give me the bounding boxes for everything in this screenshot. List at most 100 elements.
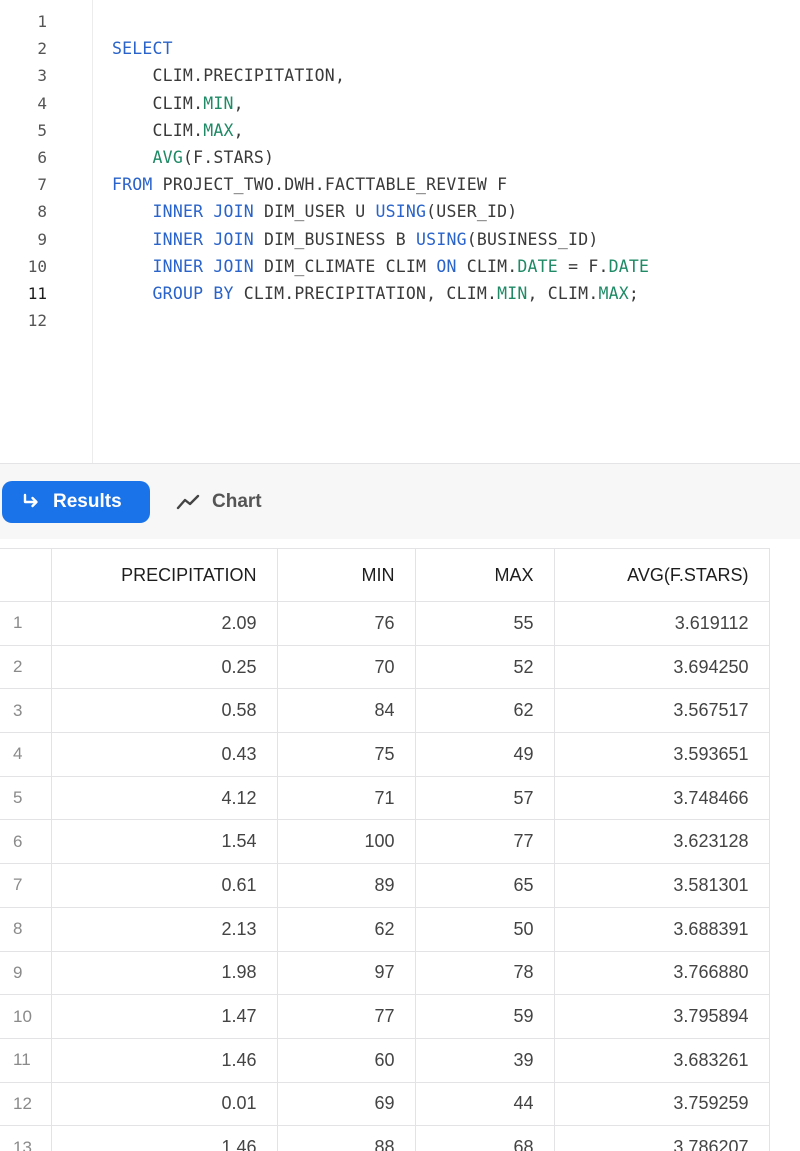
table-cell[interactable]: 59 — [414, 994, 555, 1039]
table-row[interactable]: 1 2.09 76 55 3.619112 — [0, 601, 770, 646]
table-row[interactable]: 12 0.01 69 44 3.759259 — [0, 1081, 770, 1127]
column-header-min[interactable]: MIN — [276, 548, 416, 602]
sql-text: CLIM.PRECIPITATION, CLIM. — [233, 284, 498, 303]
sql-text: (BUSINESS_ID) — [466, 229, 599, 249]
row-index-cell: 3 — [0, 688, 52, 734]
table-cell[interactable]: 3.759259 — [553, 1081, 770, 1127]
sql-keyword: USING — [375, 202, 427, 222]
code-line[interactable]: FROM PROJECT_TWO.DWH.FACTTABLE_REVIEW F — [112, 175, 507, 195]
table-cell[interactable]: 3.748466 — [553, 775, 770, 821]
table-cell[interactable]: 3.688391 — [553, 906, 770, 952]
table-cell[interactable]: 3.593651 — [553, 732, 770, 777]
table-cell[interactable]: 0.01 — [50, 1081, 278, 1127]
table-row[interactable]: 7 0.61 89 65 3.581301 — [0, 863, 770, 908]
code-line[interactable]: INNER JOIN DIM_USER U USING(USER_ID) — [112, 202, 518, 222]
table-cell[interactable]: 57 — [414, 775, 555, 821]
table-cell[interactable]: 39 — [414, 1037, 555, 1083]
table-cell[interactable]: 0.61 — [50, 863, 278, 908]
table-cell[interactable]: 97 — [276, 950, 416, 996]
table-cell[interactable]: 62 — [276, 906, 416, 952]
table-cell[interactable]: 50 — [414, 906, 555, 952]
code-line[interactable]: CLIM.MAX, — [112, 121, 244, 141]
table-cell[interactable]: 84 — [276, 688, 416, 734]
table-cell[interactable]: 60 — [276, 1037, 416, 1083]
table-row[interactable]: 4 0.43 75 49 3.593651 — [0, 732, 770, 777]
sql-function: DATE — [517, 256, 558, 276]
table-cell[interactable]: 70 — [276, 644, 416, 690]
sql-text: CLIM. — [456, 256, 518, 276]
line-number: 5 — [37, 120, 47, 140]
table-cell[interactable]: 44 — [414, 1081, 555, 1127]
sql-text: ; — [628, 284, 639, 303]
table-row[interactable]: 5 4.12 71 57 3.748466 — [0, 775, 770, 821]
column-header-precipitation[interactable]: PRECIPITATION — [50, 548, 278, 602]
tab-results[interactable]: Results — [2, 481, 150, 523]
table-cell[interactable]: 100 — [276, 819, 416, 865]
table-cell[interactable]: 1.54 — [50, 819, 278, 865]
sql-text: CLIM.PRECIPITATION, — [112, 66, 346, 86]
code-line[interactable]: AVG(F.STARS) — [112, 148, 274, 168]
code-line[interactable]: INNER JOIN DIM_BUSINESS B USING(BUSINESS… — [112, 229, 599, 250]
table-cell[interactable]: 1.46 — [50, 1125, 278, 1151]
code-line[interactable]: GROUP BY CLIM.PRECIPITATION, CLIM.MIN, C… — [112, 284, 639, 304]
table-cell[interactable]: 52 — [414, 644, 555, 690]
table-cell[interactable]: 3.766880 — [553, 950, 770, 996]
tab-chart[interactable]: Chart — [176, 481, 262, 523]
table-cell[interactable]: 75 — [276, 732, 416, 777]
table-row[interactable]: 9 1.98 97 78 3.766880 — [0, 950, 770, 996]
line-number: 1 — [37, 12, 47, 31]
code-line[interactable]: SELECT — [112, 39, 173, 59]
table-cell[interactable]: 76 — [276, 601, 416, 646]
table-row[interactable]: 13 1.46 88 68 3.786207 — [0, 1125, 770, 1151]
table-cell[interactable]: 1.98 — [50, 950, 278, 996]
table-cell[interactable]: 78 — [414, 950, 555, 996]
line-number: 10 — [27, 256, 47, 276]
table-cell[interactable]: 65 — [414, 863, 555, 908]
table-cell[interactable]: 3.581301 — [553, 863, 770, 908]
row-index-cell: 13 — [0, 1125, 52, 1151]
table-cell[interactable]: 0.58 — [50, 688, 278, 734]
sql-keyword: INNER JOIN — [152, 229, 254, 249]
table-row[interactable]: 10 1.47 77 59 3.795894 — [0, 994, 770, 1039]
table-cell[interactable]: 3.683261 — [553, 1037, 770, 1083]
column-header-max[interactable]: MAX — [414, 548, 555, 602]
table-cell[interactable]: 1.46 — [50, 1037, 278, 1083]
table-cell[interactable]: 4.12 — [50, 775, 278, 821]
table-cell[interactable]: 3.795894 — [553, 994, 770, 1039]
table-cell[interactable]: 3.567517 — [553, 688, 770, 734]
table-row[interactable]: 11 1.46 60 39 3.683261 — [0, 1037, 770, 1083]
sql-text: (F.STARS) — [182, 148, 275, 167]
code-line[interactable]: CLIM.PRECIPITATION, — [112, 66, 345, 86]
code-line[interactable]: INNER JOIN DIM_CLIMATE CLIM ON CLIM.DATE… — [112, 257, 649, 277]
sql-editor[interactable]: 1 2 3 4 5 6 7 8 9 10 11 12 SELECT CLIM.PRECIPITATIO… — [0, 0, 800, 463]
table-cell[interactable]: 77 — [414, 819, 555, 865]
return-arrow-icon — [21, 493, 41, 511]
table-cell[interactable]: 62 — [414, 688, 555, 734]
table-cell[interactable]: 0.25 — [50, 644, 278, 690]
table-cell[interactable]: 88 — [276, 1125, 416, 1151]
table-cell[interactable]: 71 — [276, 775, 416, 821]
table-cell[interactable]: 2.13 — [50, 906, 278, 952]
table-cell[interactable]: 68 — [414, 1125, 555, 1151]
table-cell[interactable]: 69 — [276, 1081, 416, 1127]
results-grid[interactable]: PRECIPITATION MIN MAX AVG(F.STARS) 1 2.09… — [0, 539, 800, 1151]
table-row[interactable]: 6 1.54 100 77 3.623128 — [0, 819, 770, 865]
table-cell[interactable]: 3.619112 — [553, 601, 770, 646]
table-row[interactable]: 3 0.58 84 62 3.567517 — [0, 688, 770, 734]
code-line[interactable]: CLIM.MIN, — [112, 94, 244, 114]
table-cell[interactable]: 55 — [414, 601, 555, 646]
table-cell[interactable]: 77 — [276, 994, 416, 1039]
table-cell[interactable]: 0.43 — [50, 732, 278, 777]
table-cell[interactable]: 49 — [414, 732, 555, 777]
table-row[interactable]: 8 2.13 62 50 3.688391 — [0, 906, 770, 952]
table-row[interactable]: 2 0.25 70 52 3.694250 — [0, 644, 770, 690]
table-cell[interactable]: 1.47 — [50, 994, 278, 1039]
table-cell[interactable]: 89 — [276, 863, 416, 908]
table-cell[interactable]: 3.694250 — [553, 644, 770, 690]
row-index-cell: 8 — [0, 906, 52, 952]
table-cell[interactable]: 3.786207 — [553, 1125, 770, 1151]
table-cell[interactable]: 3.623128 — [553, 819, 770, 865]
table-cell[interactable]: 2.09 — [50, 601, 278, 646]
column-header-avg-stars[interactable]: AVG(F.STARS) — [553, 548, 770, 602]
